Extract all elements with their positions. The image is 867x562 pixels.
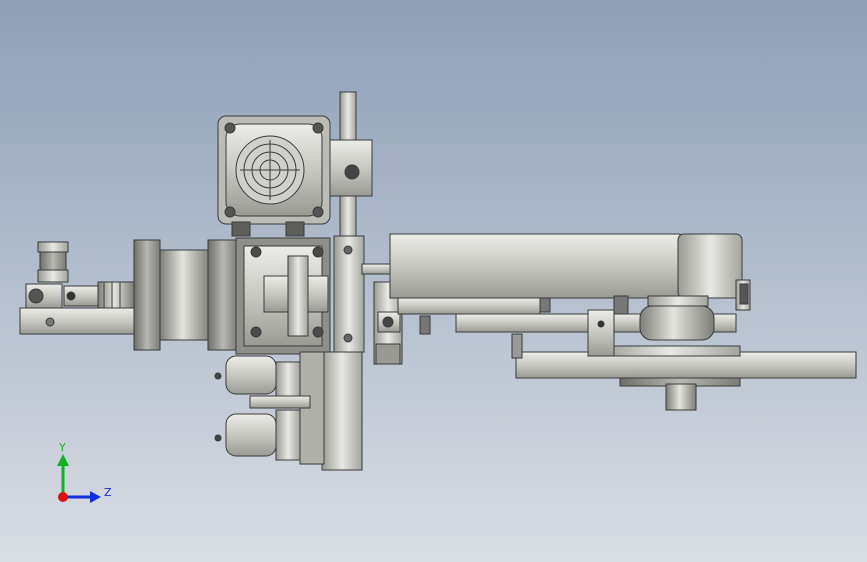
y-axis-label: Y <box>59 441 66 454</box>
x-axis-dot <box>58 492 68 502</box>
z-axis-label: Z <box>104 486 112 499</box>
cylinder-block <box>133 237 331 355</box>
cad-viewport[interactable] <box>0 0 867 562</box>
assembly-drawing <box>0 0 867 562</box>
stepper-motor <box>217 115 331 237</box>
